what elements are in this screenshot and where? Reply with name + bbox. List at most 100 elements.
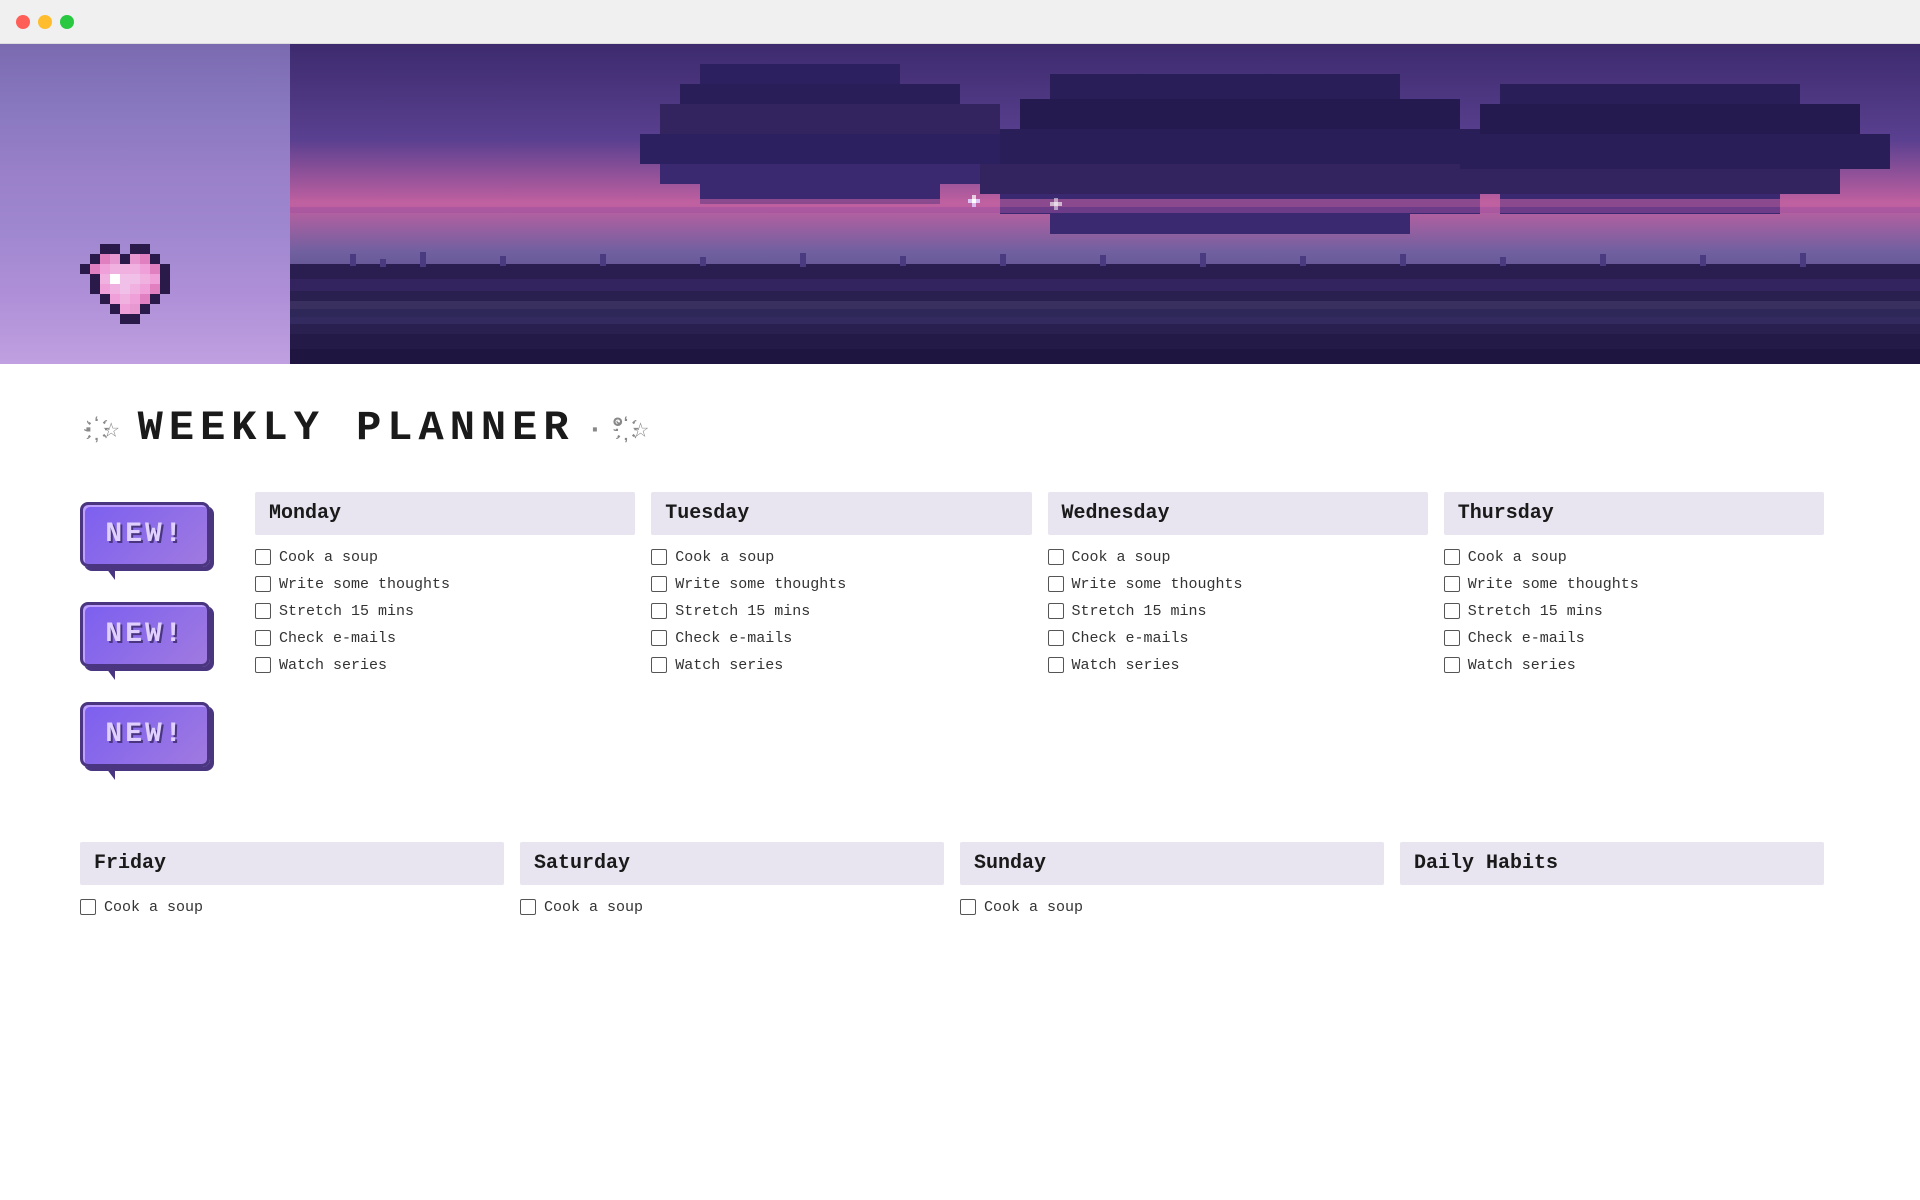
task-label: Write some thoughts <box>1468 574 1639 595</box>
task-checkbox[interactable] <box>255 603 271 619</box>
task-label: Watch series <box>675 655 783 676</box>
task-item: Write some thoughts <box>1048 574 1428 595</box>
task-list-monday: Cook a soup Write some thoughts Stretch 15… <box>255 547 635 676</box>
task-item: Watch series <box>1048 655 1428 676</box>
task-item: Cook a soup <box>1048 547 1428 568</box>
task-checkbox[interactable] <box>1444 576 1460 592</box>
bottom-task-list-friday: Cook a soup <box>80 897 504 918</box>
task-label: Check e-mails <box>1468 628 1585 649</box>
page-title-text: WEEKLY PLANNER <box>138 404 575 452</box>
task-checkbox[interactable] <box>1048 603 1064 619</box>
task-checkbox[interactable] <box>651 549 667 565</box>
task-checkbox[interactable] <box>255 549 271 565</box>
top-days-grid: Monday Cook a soup Write some thoughts Stre… <box>255 492 1840 696</box>
task-label: Write some thoughts <box>1072 574 1243 595</box>
task-item: Cook a soup <box>960 897 1384 918</box>
task-item: Watch series <box>651 655 1031 676</box>
task-checkbox[interactable] <box>255 576 271 592</box>
task-list-wednesday: Cook a soup Write some thoughts Stretch 15… <box>1048 547 1428 676</box>
day-header-monday: Monday <box>255 492 635 535</box>
task-checkbox[interactable] <box>651 603 667 619</box>
page-title: ·҉☆ WEEKLY PLANNER ·°҉☆ <box>80 404 1840 452</box>
task-label: Watch series <box>1072 655 1180 676</box>
task-checkbox[interactable] <box>1444 549 1460 565</box>
new-badge-label-1: NEW! <box>105 519 184 550</box>
close-button[interactable] <box>16 15 30 29</box>
task-label: Cook a soup <box>104 897 203 918</box>
task-item: Stretch 15 mins <box>1048 601 1428 622</box>
minimize-button[interactable] <box>38 15 52 29</box>
task-checkbox[interactable] <box>1444 630 1460 646</box>
task-list-tuesday: Cook a soupWrite some thoughtsStretch 15… <box>651 547 1031 676</box>
task-checkbox[interactable] <box>651 576 667 592</box>
task-checkbox[interactable] <box>960 899 976 915</box>
task-label: Check e-mails <box>675 628 792 649</box>
bottom-task-list-saturday: Cook a soup <box>520 897 944 918</box>
task-checkbox[interactable] <box>80 899 96 915</box>
task-checkbox[interactable] <box>255 630 271 646</box>
task-item: Check e-mails <box>1444 628 1824 649</box>
task-checkbox[interactable] <box>651 657 667 673</box>
task-label: Check e-mails <box>1072 628 1189 649</box>
task-item: Watch series <box>255 655 635 676</box>
task-label: Watch series <box>279 655 387 676</box>
bottom-day-header-saturday: Saturday <box>520 842 944 885</box>
new-badge-label-2: NEW! <box>105 619 184 650</box>
day-header-wednesday: Wednesday <box>1048 492 1428 535</box>
main-content: ·҉☆ WEEKLY PLANNER ·°҉☆ NEW! NEW! NEW! <box>0 364 1920 978</box>
task-label: Cook a soup <box>279 547 378 568</box>
task-item: Cook a soup <box>520 897 944 918</box>
task-label: Cook a soup <box>675 547 774 568</box>
task-label: Stretch 15 mins <box>1072 601 1207 622</box>
task-item: Stretch 15 mins <box>255 601 635 622</box>
task-checkbox[interactable] <box>255 657 271 673</box>
task-label: Stretch 15 mins <box>1468 601 1603 622</box>
day-column-thursday: Thursday Cook a soup Write some thoughts St… <box>1444 492 1840 696</box>
bottom-day-column-friday: Friday Cook a soup <box>80 842 520 938</box>
task-checkbox[interactable] <box>651 630 667 646</box>
task-label: Watch series <box>1468 655 1576 676</box>
task-label: Write some thoughts <box>675 574 846 595</box>
task-label: Cook a soup <box>1072 547 1171 568</box>
task-checkbox[interactable] <box>1048 657 1064 673</box>
task-checkbox[interactable] <box>1048 549 1064 565</box>
task-checkbox[interactable] <box>1048 630 1064 646</box>
task-checkbox[interactable] <box>1444 657 1460 673</box>
task-item: Write some thoughts <box>255 574 635 595</box>
pixel-sky-scene <box>0 44 1920 364</box>
bottom-day-column-daily-habits: Daily Habits <box>1400 842 1840 938</box>
task-checkbox[interactable] <box>1048 576 1064 592</box>
bottom-day-column-saturday: Saturday Cook a soup <box>520 842 960 938</box>
hero-banner <box>0 44 1920 364</box>
day-header-thursday: Thursday <box>1444 492 1824 535</box>
title-deco-right: ·°҉☆ <box>587 411 655 446</box>
task-item: Check e-mails <box>1048 628 1428 649</box>
bottom-day-column-sunday: Sunday Cook a soup <box>960 842 1400 938</box>
day-column-tuesday: TuesdayCook a soupWrite some thoughtsStr… <box>651 492 1047 696</box>
task-item: Write some thoughts <box>651 574 1031 595</box>
day-column-monday: Monday Cook a soup Write some thoughts Stre… <box>255 492 651 696</box>
task-list-thursday: Cook a soup Write some thoughts Stretch 15… <box>1444 547 1824 676</box>
bottom-day-header-sunday: Sunday <box>960 842 1384 885</box>
task-item: Cook a soup <box>651 547 1031 568</box>
task-checkbox[interactable] <box>520 899 536 915</box>
planner-section: NEW! NEW! NEW! Monday Cook a soup Write so… <box>80 492 1840 782</box>
task-label: Cook a soup <box>544 897 643 918</box>
task-item: Check e-mails <box>255 628 635 649</box>
new-badges-sidebar: NEW! NEW! NEW! <box>80 502 215 782</box>
task-item: Write some thoughts <box>1444 574 1824 595</box>
new-badge-1: NEW! <box>80 502 215 582</box>
task-label: Cook a soup <box>1468 547 1567 568</box>
task-label: Write some thoughts <box>279 574 450 595</box>
bottom-day-header-friday: Friday <box>80 842 504 885</box>
task-checkbox[interactable] <box>1444 603 1460 619</box>
day-column-wednesday: Wednesday Cook a soup Write some thoughts S… <box>1048 492 1444 696</box>
task-item: Cook a soup <box>1444 547 1824 568</box>
task-item: Cook a soup <box>255 547 635 568</box>
task-label: Check e-mails <box>279 628 396 649</box>
maximize-button[interactable] <box>60 15 74 29</box>
new-badge-3: NEW! <box>80 702 215 782</box>
task-item: Check e-mails <box>651 628 1031 649</box>
task-label: Cook a soup <box>984 897 1083 918</box>
bottom-task-list-sunday: Cook a soup <box>960 897 1384 918</box>
